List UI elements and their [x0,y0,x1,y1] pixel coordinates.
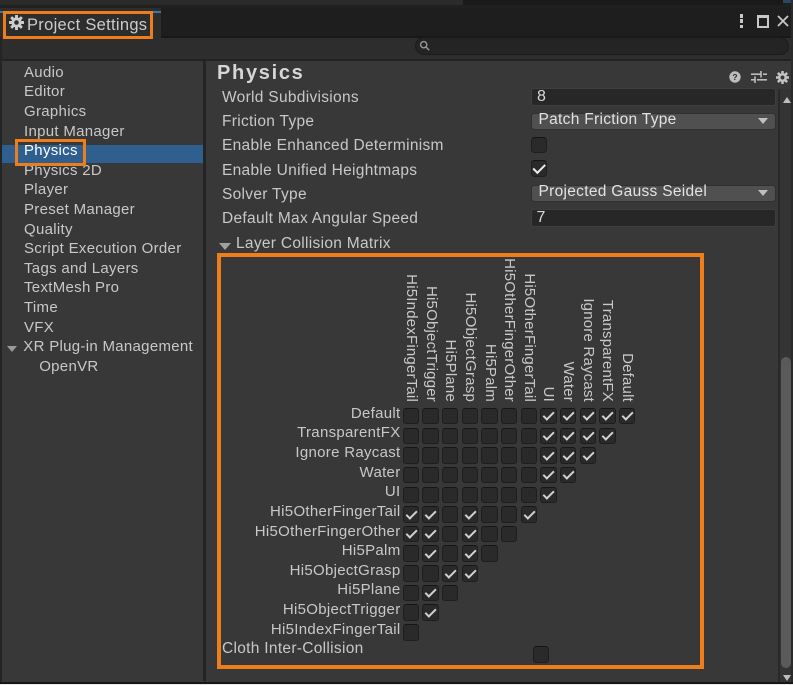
svg-text:?: ? [732,72,737,82]
